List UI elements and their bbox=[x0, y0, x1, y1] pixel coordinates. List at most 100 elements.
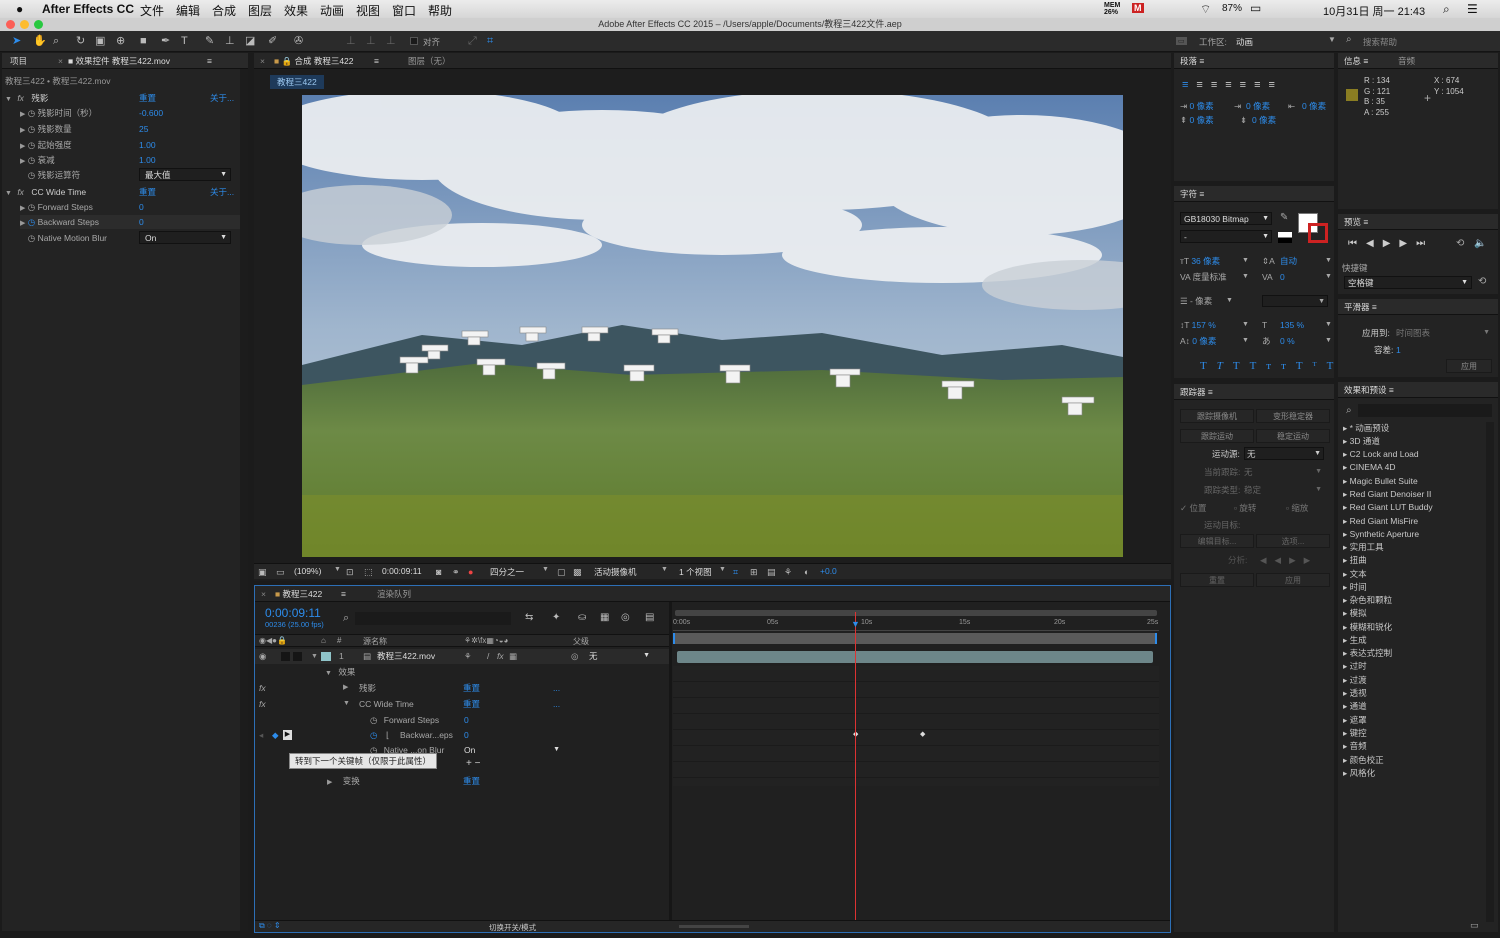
tab-effect-controls[interactable]: ■ 效果控件 教程三422.mov bbox=[68, 53, 170, 68]
reset-link[interactable]: 重置 bbox=[463, 681, 480, 695]
close-tab-icon[interactable]: × bbox=[261, 586, 266, 601]
prop-value[interactable]: 1.00 bbox=[139, 138, 156, 152]
effect-about-link[interactable]: 关于... bbox=[210, 185, 234, 199]
roto-brush-tool-icon[interactable]: ✐ bbox=[268, 34, 277, 48]
stopwatch-icon[interactable]: ◷ bbox=[28, 202, 35, 212]
indent-right-value[interactable]: 0 像素 bbox=[1302, 99, 1326, 113]
stabilize-motion-button[interactable]: 稳定运动 bbox=[1256, 429, 1330, 443]
stopwatch-icon[interactable]: ◷ bbox=[28, 217, 35, 227]
resolution-select[interactable]: 四分之一 bbox=[490, 566, 524, 578]
battery-icon[interactable]: ▭ bbox=[1250, 1, 1261, 15]
expand-icon[interactable]: ▼ bbox=[343, 697, 350, 711]
hand-tool-icon[interactable]: ✋ bbox=[33, 34, 47, 48]
font-style-select[interactable]: - ▼ bbox=[1180, 230, 1272, 243]
view-axis-icon[interactable]: ⊥ bbox=[386, 34, 396, 48]
stopwatch-icon[interactable]: ◷ bbox=[28, 124, 35, 134]
track-motion-button[interactable]: 跟踪运动 bbox=[1180, 429, 1254, 443]
layer-duration-bar[interactable] bbox=[677, 651, 1153, 663]
effect-category[interactable]: ▸ 扭曲 bbox=[1343, 554, 1367, 567]
effect-category[interactable]: ▸ 3D 通道 bbox=[1343, 435, 1380, 448]
tolerance-value[interactable]: 1 bbox=[1396, 343, 1401, 357]
new-item-icon[interactable]: ▭ bbox=[1470, 920, 1479, 931]
prop-value[interactable]: 0 bbox=[139, 200, 144, 214]
tab-audio[interactable]: 音频 bbox=[1398, 53, 1415, 68]
stopwatch-icon[interactable]: ◷ bbox=[370, 715, 377, 725]
eyedropper-icon[interactable]: ✎ bbox=[1280, 212, 1288, 223]
layer-name[interactable]: 教程三422.mov bbox=[377, 649, 435, 664]
chevron-down-icon[interactable]: ▼ bbox=[1325, 254, 1332, 268]
black-white-swatch[interactable] bbox=[1278, 232, 1292, 243]
current-track-select[interactable]: 无 ▼ bbox=[1244, 465, 1324, 479]
smoother-tab[interactable]: 平滑器 ≡ bbox=[1338, 299, 1498, 315]
next-keyframe-button[interactable]: ▶ bbox=[283, 730, 292, 740]
reset-button[interactable]: 重置 bbox=[1180, 573, 1254, 587]
chevron-down-icon[interactable]: ▼ bbox=[1325, 318, 1332, 332]
effects-presets-tab[interactable]: 效果和预设 ≡ bbox=[1338, 382, 1498, 398]
shy-switch-icon[interactable]: ⚘ bbox=[464, 649, 472, 664]
expand-icon[interactable]: ▼ bbox=[311, 649, 318, 664]
stopwatch-icon[interactable]: ◷ bbox=[370, 728, 377, 742]
chevron-down-icon[interactable]: ▼ bbox=[1242, 254, 1249, 268]
menu-view[interactable]: 视图 bbox=[356, 2, 380, 19]
effect-ccwidetime-row[interactable]: fx ▼ CC Wide Time 重置 ... bbox=[259, 697, 669, 711]
puppet-tool-icon[interactable]: ✇ bbox=[294, 34, 303, 48]
loop-icon[interactable]: ⟲ bbox=[1456, 238, 1464, 249]
effect-category[interactable]: ▸ 时间 bbox=[1343, 581, 1367, 594]
warp-stabilizer-button[interactable]: 变形稳定器 bbox=[1256, 409, 1330, 423]
effect-category[interactable]: ▸ Magic Bullet Suite bbox=[1343, 475, 1418, 488]
vertical-scale-value[interactable]: 157 % bbox=[1192, 320, 1216, 330]
effect-category[interactable]: ▸ 实用工具 bbox=[1343, 541, 1384, 554]
stroke-mode-select[interactable]: ▼ bbox=[1262, 295, 1328, 307]
reset-link[interactable]: 重置 bbox=[463, 774, 480, 788]
menu-edit[interactable]: 编辑 bbox=[176, 2, 200, 19]
expand-icon[interactable]: ▶ bbox=[20, 205, 25, 212]
scale-checkbox[interactable]: ▫ 缩放 bbox=[1286, 501, 1308, 515]
panel-menu-icon[interactable]: ≡ bbox=[374, 53, 379, 68]
app-menu[interactable]: After Effects CC bbox=[42, 2, 134, 16]
tracker-tab[interactable]: 跟踪器 ≡ bbox=[1174, 384, 1334, 400]
chevron-down-icon[interactable]: ▼ bbox=[1242, 270, 1249, 284]
effect-category[interactable]: ▸ Red Giant MisFire bbox=[1343, 515, 1418, 528]
chevron-down-icon[interactable]: ▼ bbox=[334, 566, 341, 573]
current-time-indicator[interactable] bbox=[855, 612, 856, 920]
options-button[interactable]: 选项... bbox=[1256, 534, 1330, 548]
track-camera-button[interactable]: 跟踪摄像机 bbox=[1180, 409, 1254, 423]
pen-tool-icon[interactable]: ✒ bbox=[161, 34, 170, 48]
expand-icon[interactable]: ▶ bbox=[20, 220, 25, 227]
expand-icon[interactable]: ▶ bbox=[20, 158, 25, 165]
view-layout-select[interactable]: 1 个视图 bbox=[679, 566, 712, 578]
effect-category[interactable]: ▸ 杂色和颗粒 bbox=[1343, 594, 1392, 607]
effect-category[interactable]: ▸ 音频 bbox=[1343, 740, 1367, 753]
fx-switch-icon[interactable]: fx bbox=[497, 649, 504, 664]
space-after-value[interactable]: 0 像素 bbox=[1252, 113, 1276, 127]
panel-menu-icon[interactable]: ≡ bbox=[341, 586, 346, 601]
datetime[interactable]: 10月31日 周一 21:43 bbox=[1323, 3, 1425, 19]
eye-icon[interactable]: ◉ bbox=[259, 649, 266, 664]
chevron-down-icon[interactable]: ▼ bbox=[661, 566, 668, 573]
expand-icon[interactable]: ▶ bbox=[20, 143, 25, 150]
notification-icon[interactable]: ☰ bbox=[1467, 2, 1478, 16]
apple-icon[interactable]: ● bbox=[16, 2, 23, 16]
color-channels-icon[interactable]: ● bbox=[468, 565, 473, 579]
toggle-pixel-aspect-icon[interactable]: ⌗ bbox=[733, 565, 738, 579]
stopwatch-icon[interactable]: ◷ bbox=[28, 108, 35, 118]
shortcut-select[interactable]: 空格键 ▼ bbox=[1344, 276, 1472, 289]
menu-effect[interactable]: 效果 bbox=[284, 2, 308, 19]
effect-category[interactable]: ▸ 生成 bbox=[1343, 634, 1367, 647]
spotlight-icon[interactable]: ⌕ bbox=[1443, 2, 1450, 17]
zoom-tool-icon[interactable]: ⌕ bbox=[53, 34, 59, 48]
menu-composition[interactable]: 合成 bbox=[212, 2, 236, 19]
work-area-bar[interactable] bbox=[675, 610, 1157, 616]
chevron-down-icon[interactable]: ▼ bbox=[719, 566, 726, 573]
effect-category[interactable]: ▸ Red Giant Denoiser II bbox=[1343, 488, 1431, 501]
audio-icon[interactable]: 🔈 bbox=[1474, 238, 1486, 249]
backward-steps-row[interactable]: ◂ ◆ ▶ ◷ ⌊ Backwar...eps 0 bbox=[259, 728, 669, 742]
local-axis-icon[interactable]: ⊥ bbox=[346, 34, 356, 48]
timeline-divider[interactable] bbox=[669, 602, 672, 920]
stopwatch-icon[interactable]: ◷ bbox=[28, 170, 35, 180]
forward-steps-row[interactable]: ◷ Forward Steps 0 bbox=[370, 713, 670, 727]
character-tab[interactable]: 字符 ≡ bbox=[1174, 186, 1334, 202]
minimize-window-icon[interactable] bbox=[20, 20, 29, 29]
prop-value[interactable]: -0.600 bbox=[139, 106, 163, 120]
effect-category[interactable]: ▸ 过渡 bbox=[1343, 674, 1367, 687]
